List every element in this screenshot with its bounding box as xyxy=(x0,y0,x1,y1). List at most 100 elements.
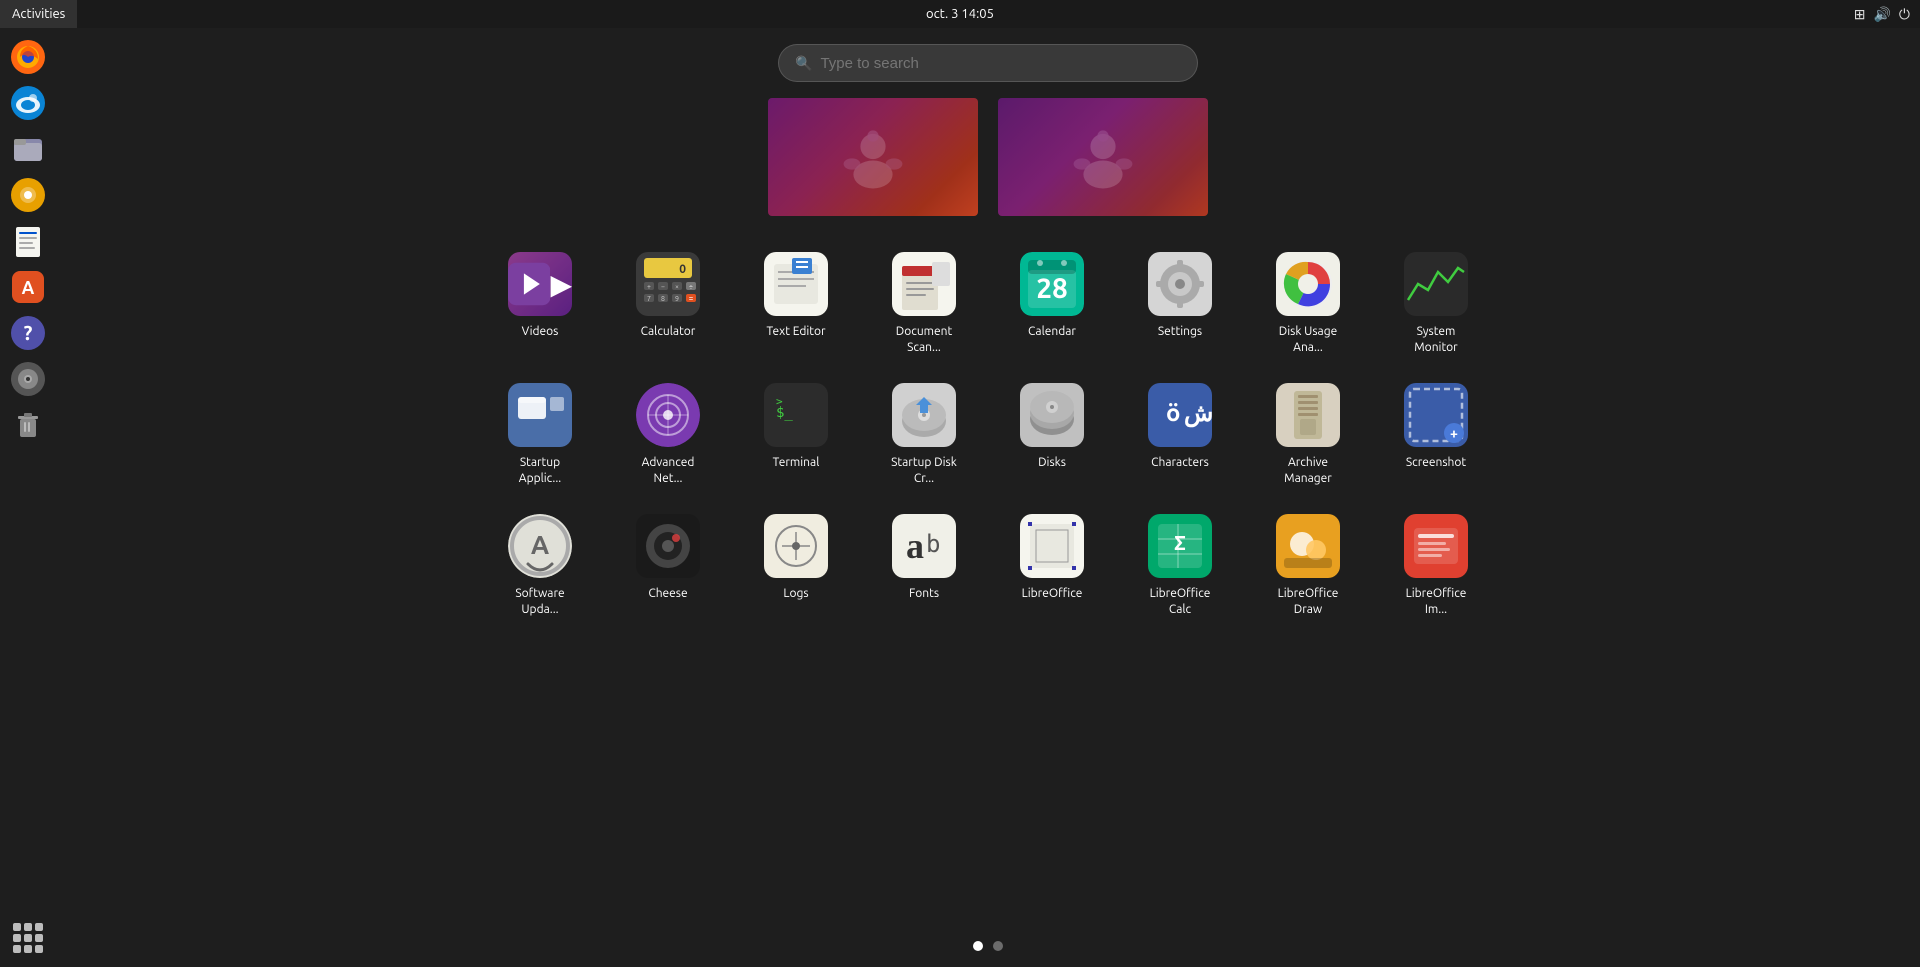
app-label-calendar: Calendar xyxy=(1028,324,1076,340)
app-label-advancednet: Advanced Net... xyxy=(626,455,710,486)
app-item-softwareupdate[interactable]: A Software Upda... xyxy=(490,506,590,625)
sidebar-item-rhythmbox[interactable] xyxy=(7,174,49,216)
svg-text:7: 7 xyxy=(647,295,651,303)
app-label-disks: Disks xyxy=(1038,455,1066,471)
activities-button[interactable]: Activities xyxy=(0,0,77,28)
app-item-libreofficecalc[interactable]: Σ LibreOffice Calc xyxy=(1130,506,1230,625)
app-label-sysmonitor: System Monitor xyxy=(1394,324,1478,355)
svg-text:ö: ö xyxy=(1166,399,1180,426)
app-label-softwareupdate: Software Upda... xyxy=(498,586,582,617)
app-item-texteditor[interactable]: Text Editor xyxy=(746,244,846,363)
sidebar-item-firefox[interactable] xyxy=(7,36,49,78)
app-label-libreofficeim: LibreOffice Im... xyxy=(1394,586,1478,617)
app-item-cheese[interactable]: Cheese xyxy=(618,506,718,625)
app-item-diskusage[interactable]: Disk Usage Ana... xyxy=(1258,244,1358,363)
svg-text:+: + xyxy=(1450,425,1458,441)
svg-text:Σ: Σ xyxy=(1174,531,1186,554)
page-dot-2[interactable] xyxy=(993,941,1003,951)
app-label-libreofficecalc: LibreOffice Calc xyxy=(1138,586,1222,617)
app-item-libreoffice[interactable]: LibreOffice xyxy=(1002,506,1102,625)
show-apps-button[interactable] xyxy=(7,917,49,959)
main-area: 🔍 xyxy=(56,28,1920,967)
page-dot-1[interactable] xyxy=(973,941,983,951)
app-item-startupapp[interactable]: Startup Applic... xyxy=(490,375,590,494)
topbar: Activities oct. 3 14:05 ⊞ 🔊 ⏻ xyxy=(0,0,1920,28)
svg-text:÷: ÷ xyxy=(689,283,693,291)
workspace-thumb-1[interactable] xyxy=(768,98,978,216)
search-input[interactable] xyxy=(820,55,1181,72)
app-item-libreofficeim[interactable]: LibreOffice Im... xyxy=(1386,506,1486,625)
app-item-sysmonitor[interactable]: System Monitor xyxy=(1386,244,1486,363)
app-label-cheese: Cheese xyxy=(648,586,687,602)
power-icon[interactable]: ⏻ xyxy=(1899,6,1910,23)
clock: oct. 3 14:05 xyxy=(926,7,994,21)
app-item-settings[interactable]: Settings xyxy=(1130,244,1230,363)
svg-text:28: 28 xyxy=(1036,273,1068,304)
app-item-disks[interactable]: Disks xyxy=(1002,375,1102,494)
sidebar-item-optical[interactable] xyxy=(7,358,49,400)
app-item-docscanner[interactable]: Document Scan... xyxy=(874,244,974,363)
svg-text:=: = xyxy=(689,294,694,303)
app-item-logs[interactable]: Logs xyxy=(746,506,846,625)
app-item-libreofficedraw[interactable]: LibreOffice Draw xyxy=(1258,506,1358,625)
app-label-libreofficedraw: LibreOffice Draw xyxy=(1266,586,1350,617)
sidebar-item-files[interactable] xyxy=(7,128,49,170)
app-label-screenshot: Screenshot xyxy=(1406,455,1466,471)
app-row-2: Startup Applic... Advanced Net... xyxy=(490,375,1486,494)
app-label-settings: Settings xyxy=(1158,324,1202,340)
app-label-diskusage: Disk Usage Ana... xyxy=(1266,324,1350,355)
app-item-screenshot[interactable]: + Screenshot xyxy=(1386,375,1486,494)
svg-text:8: 8 xyxy=(661,295,665,303)
svg-text:−: − xyxy=(661,283,665,291)
app-item-startupdisk[interactable]: Startup Disk Cr... xyxy=(874,375,974,494)
app-label-libreoffice: LibreOffice xyxy=(1022,586,1083,602)
app-label-calculator: Calculator xyxy=(641,324,696,340)
app-label-archivemanager: Archive Manager xyxy=(1266,455,1350,486)
svg-text:×: × xyxy=(675,283,679,291)
svg-text:a: a xyxy=(906,526,924,566)
pagination-dots xyxy=(973,941,1003,951)
app-item-fonts[interactable]: a b Fonts xyxy=(874,506,974,625)
app-item-calendar[interactable]: 28 Calendar xyxy=(1002,244,1102,363)
app-item-terminal[interactable]: $_ > Terminal xyxy=(746,375,846,494)
svg-text:+: + xyxy=(647,283,651,291)
sidebar-item-trash[interactable] xyxy=(7,404,49,446)
search-bar[interactable]: 🔍 xyxy=(778,44,1198,82)
app-item-calculator[interactable]: 0 + − × ÷ 7 8 xyxy=(618,244,718,363)
app-label-docscanner: Document Scan... xyxy=(882,324,966,355)
app-item-archivemanager[interactable]: Archive Manager xyxy=(1258,375,1358,494)
sidebar-dock: A ? xyxy=(0,28,56,967)
sidebar-item-help[interactable]: ? xyxy=(7,312,49,354)
svg-text:ش: ش xyxy=(1184,399,1212,428)
app-label-startupapp: Startup Applic... xyxy=(498,455,582,486)
svg-text:>: > xyxy=(776,395,783,408)
app-row-3: A Software Upda... Cheese xyxy=(490,506,1486,625)
search-icon: 🔍 xyxy=(795,55,812,72)
svg-text:b: b xyxy=(926,530,940,558)
svg-text:A: A xyxy=(22,278,35,298)
sidebar-item-writer[interactable] xyxy=(7,220,49,262)
app-label-characters: Characters xyxy=(1151,455,1209,471)
workspace-thumb-2[interactable] xyxy=(998,98,1208,216)
app-item-advancednet[interactable]: Advanced Net... xyxy=(618,375,718,494)
svg-text:?: ? xyxy=(24,321,33,344)
app-label-texteditor: Text Editor xyxy=(766,324,825,340)
sidebar-item-appstore[interactable]: A xyxy=(7,266,49,308)
app-label-fonts: Fonts xyxy=(909,586,939,602)
svg-text:9: 9 xyxy=(675,295,679,303)
network-icon[interactable]: ⊞ xyxy=(1854,6,1866,23)
app-grid: Videos 0 + xyxy=(490,244,1486,925)
volume-icon[interactable]: 🔊 xyxy=(1873,6,1890,23)
app-label-startupdisk: Startup Disk Cr... xyxy=(882,455,966,486)
workspace-thumbnails xyxy=(768,98,1208,216)
app-item-characters[interactable]: ö ش Characters xyxy=(1130,375,1230,494)
app-item-videos[interactable]: Videos xyxy=(490,244,590,363)
app-label-videos: Videos xyxy=(522,324,559,340)
app-label-logs: Logs xyxy=(783,586,808,602)
app-label-terminal: Terminal xyxy=(773,455,820,471)
sidebar-item-thunderbird[interactable] xyxy=(7,82,49,124)
system-tray: ⊞ 🔊 ⏻ xyxy=(1854,6,1920,23)
svg-text:0: 0 xyxy=(679,263,686,276)
svg-text:A: A xyxy=(531,530,550,559)
app-row-1: Videos 0 + xyxy=(490,244,1486,363)
